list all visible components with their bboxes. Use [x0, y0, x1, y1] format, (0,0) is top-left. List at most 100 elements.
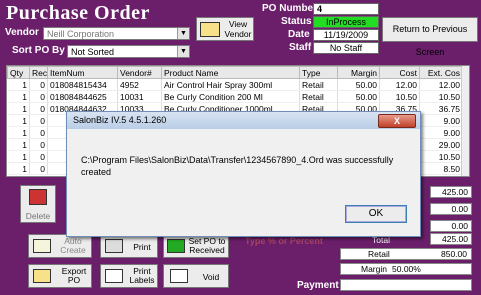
set-po-received-label: Set PO to Received	[188, 236, 226, 255]
table-cell: 50.00	[337, 78, 380, 91]
table-cell: 0	[29, 162, 48, 175]
vertical-scrollbar[interactable]	[461, 66, 469, 176]
table-cell: 12.00	[419, 78, 463, 91]
date-label: Date	[288, 29, 310, 40]
ok-button[interactable]: OK	[345, 205, 407, 223]
payment-field[interactable]	[340, 279, 472, 291]
table-cell: 9.00	[419, 126, 463, 139]
table-cell: 0	[29, 102, 48, 115]
total-value-3: 0.00	[430, 220, 472, 232]
auto-create-button[interactable]: Auto Create	[28, 234, 92, 258]
vendor-icon	[200, 22, 220, 37]
column-header[interactable]: Vendor#	[117, 66, 162, 79]
column-header[interactable]: Margin	[337, 66, 380, 79]
table-cell: Air Control Hair Spray 300ml	[161, 78, 300, 91]
table-cell: 10031	[117, 90, 162, 103]
table-cell: 50.00	[337, 90, 380, 103]
export-po-label: Export PO	[61, 266, 87, 285]
sort-label: Sort PO By	[12, 45, 65, 56]
page-title: Purchase Order	[6, 2, 150, 24]
dialog-title: SalonBiz IV.5 4.5.1.260	[73, 115, 167, 125]
vendor-label: Vendor	[5, 27, 39, 38]
export-icon	[33, 269, 51, 283]
auto-create-icon	[33, 239, 51, 253]
payment-label: Payment	[297, 280, 339, 291]
table-cell: 8.50	[419, 162, 463, 175]
table-cell: 4952	[117, 78, 162, 91]
table-cell: 10.50	[419, 150, 463, 163]
total-value-1: 425.00	[430, 186, 472, 198]
print-button[interactable]: Print	[100, 234, 158, 258]
return-button[interactable]: Return to Previous Screen	[382, 17, 478, 57]
table-cell: 0	[29, 138, 48, 151]
void-icon	[170, 269, 188, 283]
auto-create-label: Auto Create	[60, 236, 86, 255]
table-cell: 29.00	[419, 138, 463, 151]
retail-row: Retail 850.00	[340, 248, 472, 260]
column-header[interactable]: Cost	[379, 66, 420, 79]
vendor-select[interactable]: Neill Corporation ▼	[43, 27, 190, 40]
print-labels-label: Print Labels	[129, 266, 155, 285]
po-number-label: PO Number	[262, 3, 318, 14]
table-cell: 1	[7, 90, 30, 103]
retail-label: Retail	[368, 249, 390, 259]
table-cell: 1	[7, 150, 30, 163]
purchase-order-window: Purchase Order Vendor Neill Corporation …	[0, 0, 481, 295]
column-header[interactable]: Type	[299, 66, 338, 79]
column-header[interactable]: Rec	[29, 66, 48, 79]
staff-field[interactable]: No Staff	[313, 42, 379, 54]
sort-value: Not Sorted	[71, 47, 115, 57]
table-cell: 0	[29, 150, 48, 163]
table-cell: 1	[7, 126, 30, 139]
labels-icon	[105, 269, 123, 283]
column-header[interactable]: Qty	[7, 66, 30, 79]
margin-value: 50.00%	[392, 264, 421, 274]
staff-label: Staff	[289, 42, 312, 53]
status-label: Status	[281, 16, 312, 27]
table-cell: 1	[7, 114, 30, 127]
column-header[interactable]: ItemNum	[47, 66, 118, 79]
export-po-button[interactable]: Export PO	[28, 264, 92, 288]
sort-select[interactable]: Not Sorted ▼	[67, 45, 190, 58]
total-value-2: 0.00	[430, 203, 472, 215]
margin-label: Margin	[361, 264, 387, 274]
vendor-value: Neill Corporation	[47, 29, 115, 39]
view-vendor-button[interactable]: View Vendor	[196, 17, 254, 41]
table-cell: Retail	[299, 78, 338, 91]
status-badge: InProcess	[313, 16, 379, 28]
table-cell: Retail	[299, 90, 338, 103]
table-cell: 018084815434	[47, 78, 118, 91]
column-header[interactable]: Ext. Cos	[419, 66, 463, 79]
table-cell: 1	[7, 102, 30, 115]
table-cell: 0	[29, 126, 48, 139]
chevron-down-icon[interactable]: ▼	[177, 28, 189, 39]
table-cell: 0	[29, 114, 48, 127]
retail-value: 850.00	[441, 249, 467, 259]
void-label: Void	[202, 272, 220, 282]
delete-icon	[29, 189, 47, 205]
table-row[interactable]: 1 0 018084815434 4952 Air Control Hair Spray…	[7, 78, 463, 91]
message-dialog: SalonBiz IV.5 4.5.1.260 X C:\Program Fil…	[66, 111, 421, 237]
table-cell: 0	[29, 90, 48, 103]
set-po-received-button[interactable]: Set PO to Received	[163, 234, 229, 258]
table-cell: 10.50	[419, 90, 463, 103]
delete-button[interactable]: Delete	[20, 185, 56, 223]
dialog-message: C:\Program Files\SalonBiz\Data\Transfer\…	[81, 155, 394, 177]
delete-label: Delete	[25, 211, 51, 221]
table-cell: 018084844625	[47, 90, 118, 103]
print-label: Print	[133, 242, 151, 252]
close-icon[interactable]: X	[378, 114, 416, 128]
table-cell: 36.75	[419, 102, 463, 115]
po-number-field: 4	[313, 3, 379, 15]
table-cell: 1	[7, 78, 30, 91]
table-cell: 10.50	[379, 90, 420, 103]
print-labels-button[interactable]: Print Labels	[100, 264, 158, 288]
column-header[interactable]: Product Name	[161, 66, 300, 79]
view-vendor-label: View Vendor	[224, 19, 252, 39]
void-button[interactable]: Void	[163, 264, 229, 288]
chevron-down-icon[interactable]: ▼	[177, 46, 189, 57]
type-percent-label: Type % or Percent	[245, 236, 323, 246]
table-row[interactable]: 1 0 018084844625 10031 Be Curly Condition 20…	[7, 90, 463, 103]
printer-icon	[105, 239, 123, 253]
date-field[interactable]: 11/19/2009	[313, 29, 379, 41]
